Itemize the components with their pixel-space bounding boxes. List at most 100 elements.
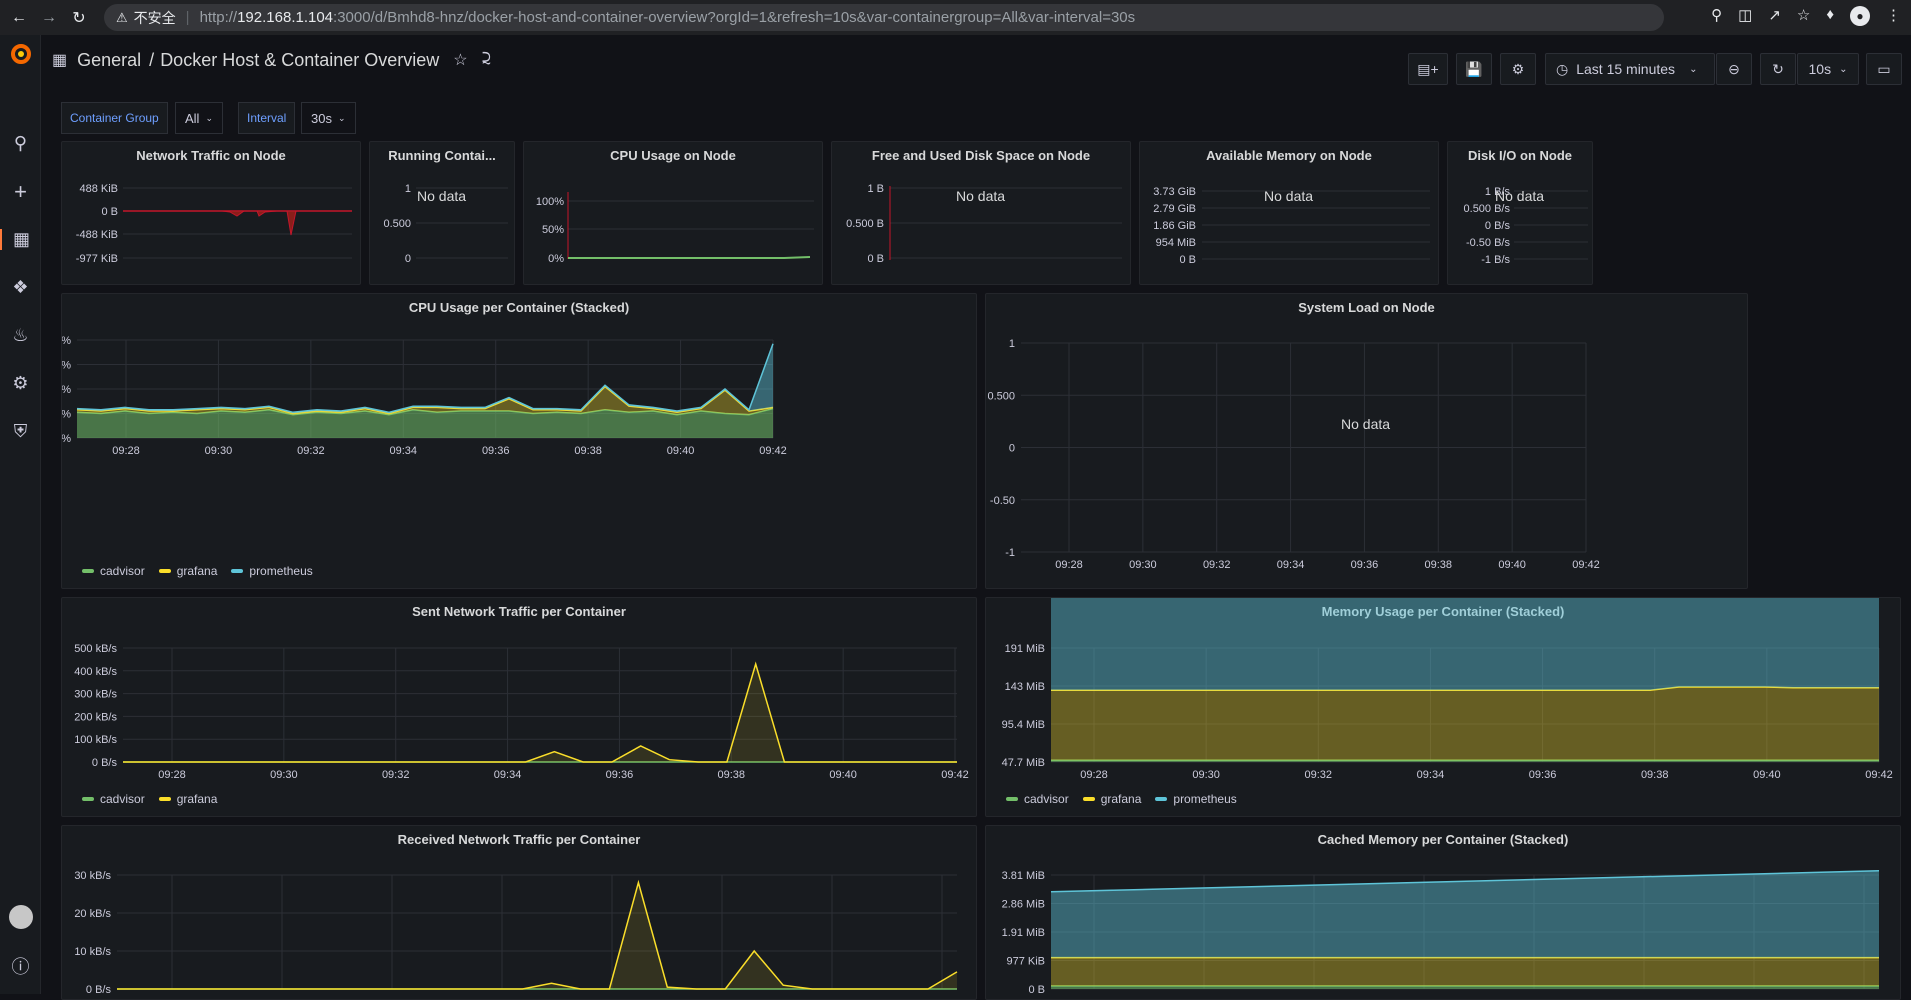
y-tick-label: 200 kB/s bbox=[74, 711, 117, 723]
add-panel-button[interactable]: ▤+ bbox=[1408, 53, 1448, 85]
panel-cpu-node[interactable]: CPU Usage on Node 100% 50% 0% bbox=[523, 141, 823, 285]
dashboards-grid-icon[interactable]: ▦ bbox=[52, 50, 67, 70]
panel-cached-memory[interactable]: Cached Memory per Container (Stacked) 3.… bbox=[985, 825, 1901, 1000]
y-tick: 954 MiB bbox=[1156, 237, 1196, 249]
settings-button[interactable]: ⚙ bbox=[1500, 53, 1536, 85]
panel-cpu-container[interactable]: CPU Usage per Container (Stacked) 4%3%2%… bbox=[61, 293, 977, 589]
refresh-interval-label: 10s bbox=[1808, 61, 1832, 77]
settings-icon: ⚙ bbox=[1511, 60, 1525, 77]
time-picker[interactable]: ◷ Last 15 minutes ⌄ bbox=[1545, 53, 1715, 85]
panel-received-network[interactable]: Received Network Traffic per Container 3… bbox=[61, 825, 977, 1000]
y-tick: 488 KiB bbox=[79, 183, 118, 195]
star-icon[interactable]: ☆ bbox=[453, 50, 467, 70]
legend-item-grafana[interactable]: grafana bbox=[1082, 792, 1141, 806]
y-tick-label: 10 kB/s bbox=[74, 946, 111, 958]
forward-icon[interactable]: → bbox=[38, 7, 60, 29]
legend-item-grafana[interactable]: grafana bbox=[158, 564, 218, 578]
explore-icon[interactable]: ❖ bbox=[0, 277, 41, 298]
grafana-logo-icon[interactable] bbox=[8, 41, 34, 67]
browser-menu-icon[interactable]: ⋮ bbox=[1886, 6, 1901, 26]
disk-io-chart: 1 B/s 0.500 B/s 0 B/s -0.50 B/s -1 B/s bbox=[1464, 186, 1588, 266]
no-data-label: No data bbox=[1341, 416, 1391, 432]
y-tick-label: 191 MiB bbox=[1005, 643, 1045, 655]
translate-icon[interactable]: ◫ bbox=[1738, 6, 1752, 26]
y-tick-label: 1.91 MiB bbox=[1002, 927, 1045, 939]
share-icon[interactable]: ⫈ bbox=[482, 51, 491, 69]
user-avatar-icon[interactable] bbox=[0, 905, 41, 929]
search-icon[interactable]: ⚲ bbox=[0, 133, 41, 154]
extensions-icon[interactable]: ♦ bbox=[1826, 6, 1834, 26]
back-icon[interactable]: ← bbox=[8, 7, 30, 29]
add-panel-icon: ▤+ bbox=[1417, 60, 1439, 77]
legend-item-cadvisor[interactable]: cadvisor bbox=[1006, 792, 1069, 806]
breadcrumb-root[interactable]: General bbox=[77, 50, 141, 71]
received-network-chart: 30 kB/s 20 kB/s 10 kB/s 0 B/s bbox=[74, 870, 958, 996]
system-load-chart: 1 0.500 0 -0.50 -1 09:28 09:30 09:32 09:34 09:36 0… bbox=[987, 338, 1599, 571]
save-button[interactable]: 💾 bbox=[1456, 53, 1492, 85]
panel-running-containers[interactable]: Running Contai... 1 0.500 0 No data bbox=[369, 141, 515, 285]
shield-icon[interactable]: ⛨ bbox=[0, 421, 41, 442]
tv-mode-button[interactable]: ▭ bbox=[1866, 53, 1902, 85]
x-tick-label: 09:40 bbox=[829, 769, 857, 781]
y-tick: 2.79 GiB bbox=[1153, 203, 1196, 215]
series-area-grafana bbox=[1051, 957, 1879, 986]
x-tick-label: 09:36 bbox=[1529, 769, 1557, 781]
panel-sent-network[interactable]: Sent Network Traffic per Container 500 k… bbox=[61, 597, 977, 817]
x-tick-label: 09:38 bbox=[718, 769, 746, 781]
side-menu: ⚲ + ▦ ❖ ♨ ⚙ ⛨ ⓘ bbox=[0, 35, 41, 994]
x-tick-label: 09:30 bbox=[1192, 769, 1220, 781]
address-separator: | bbox=[185, 9, 190, 26]
zoom-out-button[interactable]: ⊖ bbox=[1716, 53, 1752, 85]
panel-disk-io[interactable]: Disk I/O on Node 1 B/s 0.500 B/s 0 B/s -… bbox=[1447, 141, 1593, 285]
save-icon: 💾 bbox=[1465, 60, 1483, 77]
legend-item-cadvisor[interactable]: cadvisor bbox=[82, 564, 145, 578]
plus-icon[interactable]: + bbox=[0, 179, 41, 205]
legend-label: prometheus bbox=[249, 564, 313, 578]
panel-memory-container[interactable]: Memory Usage per Container (Stacked) 191… bbox=[985, 597, 1901, 817]
memory-container-chart: 191 MiB 143 MiB 95.4 MiB 47.7 MiB 09:28 09:30… bbox=[1002, 598, 1893, 781]
address-bar[interactable]: ⚠ 不安全 | http://192.168.1.104:3000/d/Bmhd… bbox=[104, 4, 1664, 31]
y-tick-label: -1 bbox=[1005, 547, 1015, 559]
panel-available-memory[interactable]: Available Memory on Node 3.73 GiB 2.79 G… bbox=[1139, 141, 1439, 285]
series-line-prometheus bbox=[76, 343, 774, 414]
alerting-icon[interactable]: ♨ bbox=[0, 325, 41, 346]
breadcrumb-separator: / bbox=[149, 49, 155, 70]
url-host: 192.168.1.104 bbox=[237, 9, 334, 26]
x-tick-label: 09:28 bbox=[158, 769, 186, 781]
y-tick-label: 977 KiB bbox=[1006, 956, 1045, 968]
refresh-icon: ↻ bbox=[1772, 60, 1784, 77]
legend-label: grafana bbox=[176, 564, 218, 578]
y-tick-label: 0 bbox=[1009, 443, 1015, 455]
reload-icon[interactable]: ↻ bbox=[68, 7, 90, 29]
key-icon[interactable]: ⚲ bbox=[1711, 6, 1722, 26]
chevron-down-icon: ⌄ bbox=[1689, 63, 1698, 75]
variable-select-interval[interactable]: 30s ⌄ bbox=[301, 102, 356, 134]
disk-space-chart: 1 B 0.500 B 0 B bbox=[846, 183, 1122, 265]
panel-disk-space[interactable]: Free and Used Disk Space on Node 1 B 0.5… bbox=[831, 141, 1131, 285]
panel-system-load[interactable]: System Load on Node 1 0.500 0 -0.50 -1 09:28 0… bbox=[985, 293, 1748, 589]
share-page-icon[interactable]: ↗ bbox=[1768, 6, 1781, 26]
legend-item-prometheus[interactable]: prometheus bbox=[231, 564, 313, 578]
y-tick-label: 0 B/s bbox=[86, 984, 112, 996]
y-tick: 0.500 bbox=[383, 218, 411, 230]
refresh-interval-picker[interactable]: 10s ⌄ bbox=[1797, 53, 1859, 85]
profile-icon[interactable]: ● bbox=[1850, 6, 1870, 26]
gear-icon[interactable]: ⚙ bbox=[0, 373, 41, 394]
panel-network-node[interactable]: Network Traffic on Node 488 KiB 0 B -488… bbox=[61, 141, 361, 285]
refresh-button[interactable]: ↻ bbox=[1760, 53, 1796, 85]
legend-item-grafana[interactable]: grafana bbox=[158, 792, 217, 806]
x-tick-label: 09:38 bbox=[1425, 559, 1453, 571]
dashboards-icon[interactable]: ▦ bbox=[0, 229, 41, 250]
help-icon[interactable]: ⓘ bbox=[0, 953, 41, 979]
running-containers-chart: 1 0.500 0 bbox=[383, 183, 508, 265]
legend-item-cadvisor[interactable]: cadvisor bbox=[82, 792, 145, 806]
page-title[interactable]: Docker Host & Container Overview bbox=[160, 50, 439, 71]
x-tick-label: 09:30 bbox=[1129, 559, 1157, 571]
legend: cadvisor grafana prometheus bbox=[82, 564, 313, 578]
bookmark-star-icon[interactable]: ☆ bbox=[1797, 6, 1810, 26]
variable-select-container-group[interactable]: All ⌄ bbox=[175, 102, 223, 134]
y-tick-label: 95.4 MiB bbox=[1002, 719, 1045, 731]
x-tick-label: 09:32 bbox=[297, 445, 325, 457]
x-tick-label: 09:36 bbox=[606, 769, 634, 781]
legend-item-prometheus[interactable]: prometheus bbox=[1155, 792, 1237, 806]
